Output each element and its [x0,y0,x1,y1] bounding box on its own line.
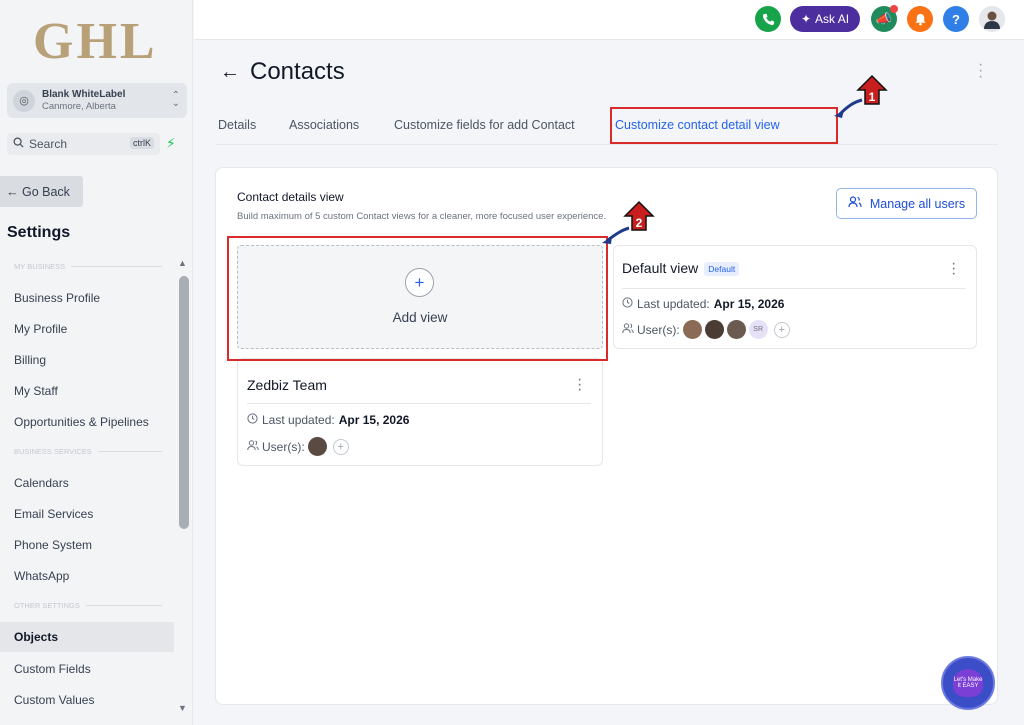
search-shortcut: ctrlK [130,137,154,149]
location-icon: ◎ [13,89,35,112]
scroll-up-arrow-icon[interactable]: ▲ [178,258,187,268]
search-label: Search [29,137,68,151]
user-avatar[interactable] [682,320,702,339]
annotation-highlight-tab [610,107,838,144]
add-user-icon[interactable]: + [773,321,790,338]
card-divider [622,288,966,289]
annotation-highlight-add-view [227,236,608,361]
default-view-users: User(s): SR + [622,320,790,339]
megaphone-icon[interactable]: 📣 [871,5,898,32]
chevron-up-down-icon: ⌃ ⌄ [171,90,180,109]
user-avatar[interactable] [726,320,746,339]
annotation-step-1-marker: 1 [834,74,888,118]
card-divider [247,403,591,404]
more-options-icon[interactable]: · · · [978,57,983,85]
scrollbar-thumb[interactable] [179,276,189,529]
zedbiz-view-last-updated: Last updated: Apr 15, 2026 [247,413,409,427]
user-avatar[interactable] [704,320,724,339]
search-input[interactable]: Search ctrlK [7,133,160,155]
clock-icon [247,413,258,427]
bell-icon[interactable] [907,6,933,32]
phone-icon[interactable] [755,6,781,32]
sidebar-item-my-profile[interactable]: My Profile [14,322,67,336]
tab-customize-fields[interactable]: Customize fields for add Contact [394,118,575,132]
default-badge: Default [704,262,740,277]
user-avatar-initials[interactable]: SR [748,320,768,339]
back-arrow-icon[interactable]: ← [220,61,240,84]
zedbiz-view-users: User(s): + [247,437,349,456]
quick-actions-bolt-icon[interactable]: ⚡ [166,135,176,152]
tabs-divider [216,144,998,145]
user-icon [247,439,259,454]
sidebar-scrollbar[interactable]: ▲ ▼ [178,258,189,713]
section-business-services: BUSINESS SERVICES [14,447,162,456]
helper-badge-text: Let's Make It EASY [953,669,983,697]
annotation-step-2-marker: 2 [602,200,655,244]
add-user-icon[interactable]: + [332,438,349,455]
sparkle-icon: ✦ [800,12,812,26]
sidebar-item-billing[interactable]: Billing [14,353,46,367]
user-icon [622,322,634,337]
sidebar-item-whatsapp[interactable]: WhatsApp [14,569,69,583]
page-title: ← Contacts [220,58,345,85]
default-view-name: Default view Default [622,260,740,277]
sidebar-item-my-staff[interactable]: My Staff [14,384,58,398]
section-other-settings: OTHER SETTINGS [14,601,162,610]
sidebar-item-calendars[interactable]: Calendars [14,476,69,490]
search-icon [13,137,24,151]
user-avatar[interactable] [307,437,327,456]
svg-text:1: 1 [869,90,876,104]
location-name: Blank WhiteLabel [42,88,126,100]
default-view-last-updated: Last updated: Apr 15, 2026 [622,297,784,311]
help-icon[interactable]: ? [943,6,969,32]
contact-details-view-title: Contact details view [237,190,344,204]
zedbiz-view-name: Zedbiz Team [247,377,327,393]
contact-details-view-subtitle: Build maximum of 5 custom Contact views … [237,211,607,222]
notification-dot [890,5,898,13]
zedbiz-view-menu-icon[interactable]: · · · [577,372,582,398]
helper-badge[interactable]: Let's Make It EASY [941,656,995,710]
ask-ai-button[interactable]: ✦ Ask AI [790,6,860,32]
sidebar-item-business-profile[interactable]: Business Profile [14,291,100,305]
manage-all-users-button[interactable]: Manage all users [836,188,977,219]
sidebar-item-phone-system[interactable]: Phone System [14,538,92,552]
sidebar-item-email-services[interactable]: Email Services [14,507,93,521]
section-my-business: MY BUSINESS [14,262,162,271]
settings-sidebar: GHL ◎ Blank WhiteLabel Canmore, Alberta … [0,0,193,725]
users-icon [848,196,862,211]
scroll-down-arrow-icon[interactable]: ▼ [178,703,187,713]
tab-details[interactable]: Details [218,118,256,132]
user-avatar[interactable] [979,6,1005,32]
company-logo[interactable]: GHL [33,12,158,71]
sidebar-item-custom-values[interactable]: Custom Values [14,693,94,707]
clock-icon [622,297,633,311]
sidebar-item-opportunities[interactable]: Opportunities & Pipelines [14,415,149,429]
location-city: Canmore, Alberta [42,100,116,112]
sidebar-item-custom-fields[interactable]: Custom Fields [14,662,91,676]
top-bar: ✦ Ask AI 📣 ? [194,0,1024,40]
sidebar-item-objects[interactable]: Objects [0,622,174,652]
settings-title: Settings [7,224,71,241]
svg-text:2: 2 [636,216,643,230]
go-back-button[interactable]: ← Go Back [0,176,83,207]
tab-associations[interactable]: Associations [289,118,359,132]
default-view-menu-icon[interactable]: · · · [951,256,956,282]
location-switcher[interactable]: ◎ Blank WhiteLabel Canmore, Alberta ⌃ ⌄ [7,83,187,118]
